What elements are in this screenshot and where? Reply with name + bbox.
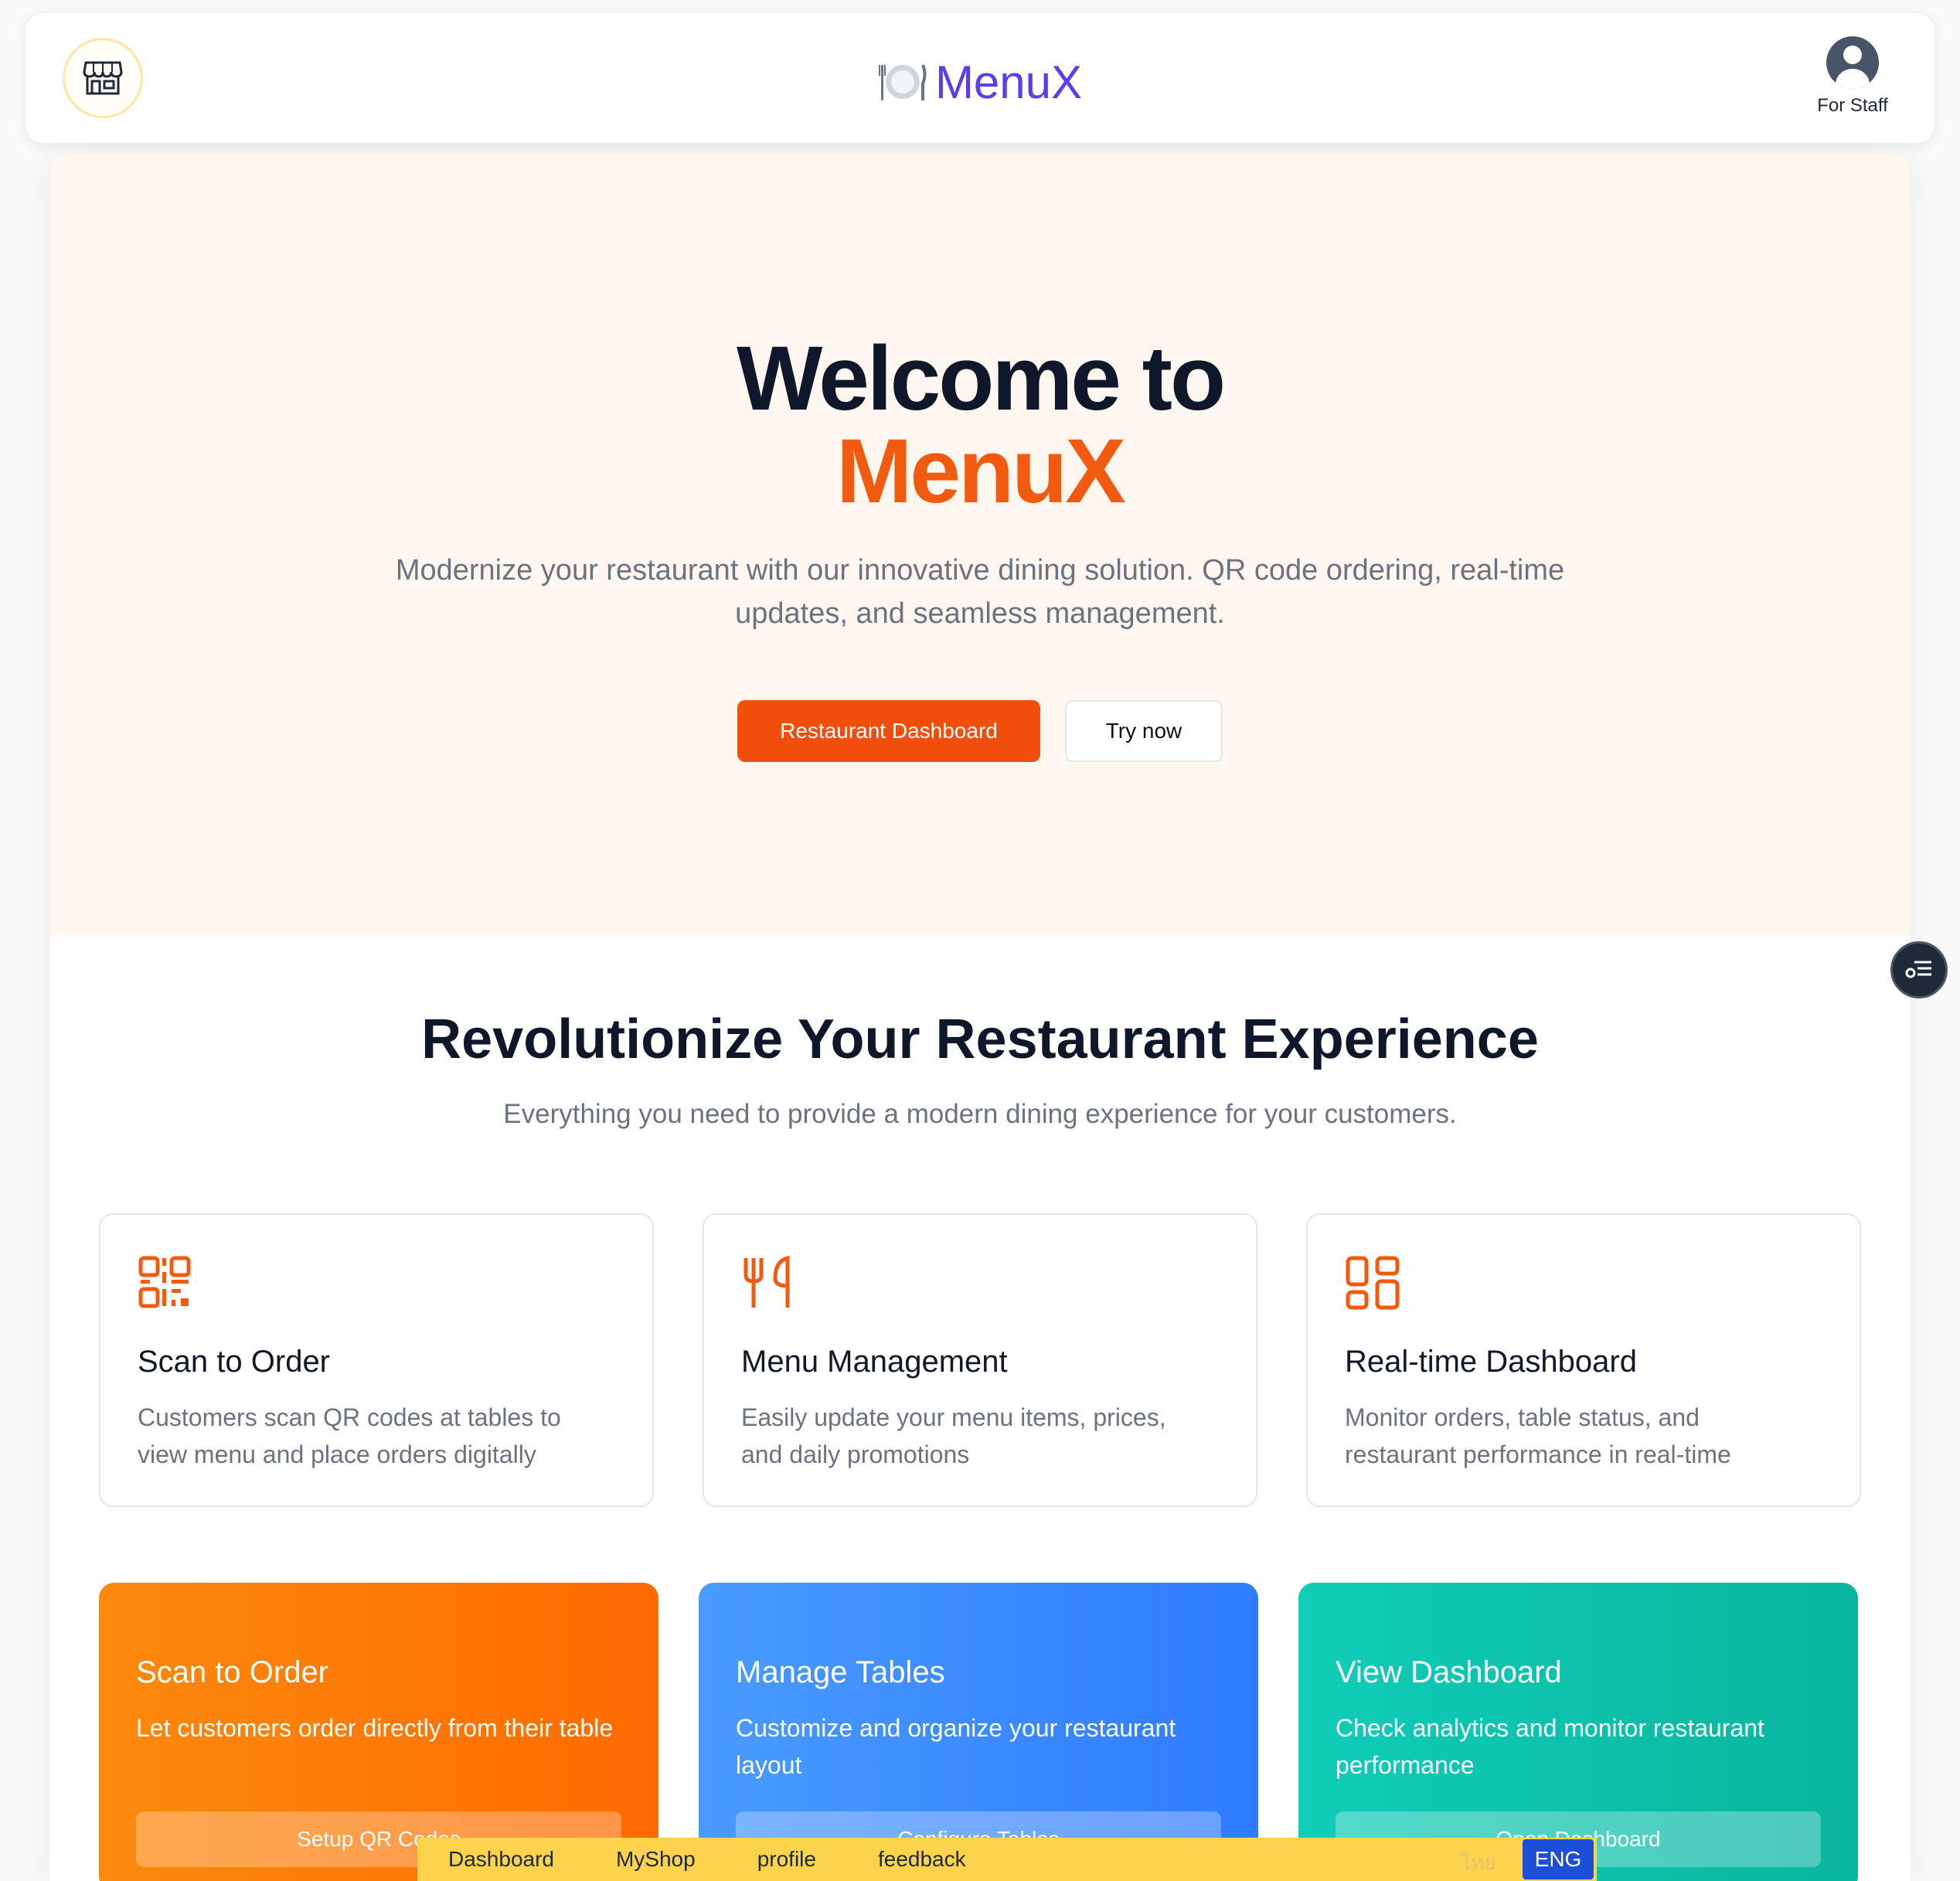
action-title: View Dashboard bbox=[1336, 1655, 1562, 1689]
hero-title: Welcome to bbox=[736, 328, 1226, 430]
action-card-tables: Manage Tables Customize and organize you… bbox=[699, 1583, 1258, 1881]
feature-desc: Easily update your menu items, prices, a… bbox=[741, 1403, 1166, 1468]
brand-name: MenuX bbox=[934, 56, 1083, 108]
top-header: MenuX For Staff bbox=[25, 12, 1935, 144]
try-now-button[interactable]: Try now bbox=[1065, 700, 1223, 762]
lang-thai-button[interactable]: ไทย bbox=[1461, 1847, 1496, 1879]
brand-logo[interactable]: MenuX bbox=[26, 60, 1934, 111]
main-content: Welcome to MenuX Modernize your restaura… bbox=[49, 155, 1911, 1881]
action-desc: Customize and organize your restaurant l… bbox=[736, 1714, 1176, 1779]
action-title: Manage Tables bbox=[736, 1655, 945, 1689]
nav-feedback[interactable]: feedback bbox=[878, 1847, 966, 1872]
restaurant-dashboard-button[interactable]: Restaurant Dashboard bbox=[737, 700, 1040, 762]
feature-desc: Monitor orders, table status, and restau… bbox=[1345, 1403, 1731, 1468]
utensils-icon bbox=[744, 1255, 790, 1308]
action-card-scan: Scan to Order Let customers order direct… bbox=[99, 1583, 658, 1881]
user-avatar-icon bbox=[1826, 36, 1879, 89]
floating-menu-button[interactable] bbox=[1890, 941, 1948, 998]
lang-english-button[interactable]: ENG bbox=[1523, 1839, 1594, 1879]
hero-section: Welcome to MenuX Modernize your restaura… bbox=[49, 155, 1911, 935]
plate-icon bbox=[878, 60, 927, 111]
nav-dashboard[interactable]: Dashboard bbox=[448, 1847, 554, 1872]
qr-code-icon bbox=[138, 1256, 191, 1308]
feature-card-dashboard: Real-time Dashboard Monitor orders, tabl… bbox=[1306, 1213, 1861, 1507]
hero-brand-title: MenuX bbox=[836, 420, 1126, 522]
action-desc: Check analytics and monitor restaurant p… bbox=[1336, 1714, 1764, 1779]
hero-subtitle: Modernize your restaurant with our innov… bbox=[395, 554, 1565, 630]
staff-login-button[interactable]: For Staff bbox=[1806, 36, 1899, 117]
action-title: Scan to Order bbox=[136, 1655, 329, 1689]
action-desc: Let customers order directly from their … bbox=[136, 1714, 614, 1742]
list-settings-icon bbox=[1905, 961, 1931, 978]
features-title: Revolutionize Your Restaurant Experience bbox=[421, 1009, 1539, 1070]
action-card-dashboard: View Dashboard Check analytics and monit… bbox=[1298, 1583, 1858, 1881]
features-subtitle: Everything you need to provide a modern … bbox=[503, 1099, 1457, 1129]
nav-profile[interactable]: profile bbox=[757, 1847, 816, 1872]
feature-card-scan: Scan to Order Customers scan QR codes at… bbox=[99, 1213, 654, 1507]
feature-title: Scan to Order bbox=[138, 1345, 331, 1379]
nav-myshop[interactable]: MyShop bbox=[616, 1847, 696, 1872]
bottom-nav-bar: Dashboard MyShop profile feedback ไทย EN… bbox=[417, 1838, 1597, 1881]
feature-title: Real-time Dashboard bbox=[1345, 1345, 1637, 1379]
staff-label: For Staff bbox=[1817, 95, 1888, 116]
feature-title: Menu Management bbox=[741, 1345, 1008, 1379]
feature-card-menu: Menu Management Easily update your menu … bbox=[703, 1213, 1257, 1507]
feature-desc: Customers scan QR codes at tables to vie… bbox=[138, 1403, 561, 1468]
dashboard-icon bbox=[1346, 1256, 1400, 1310]
